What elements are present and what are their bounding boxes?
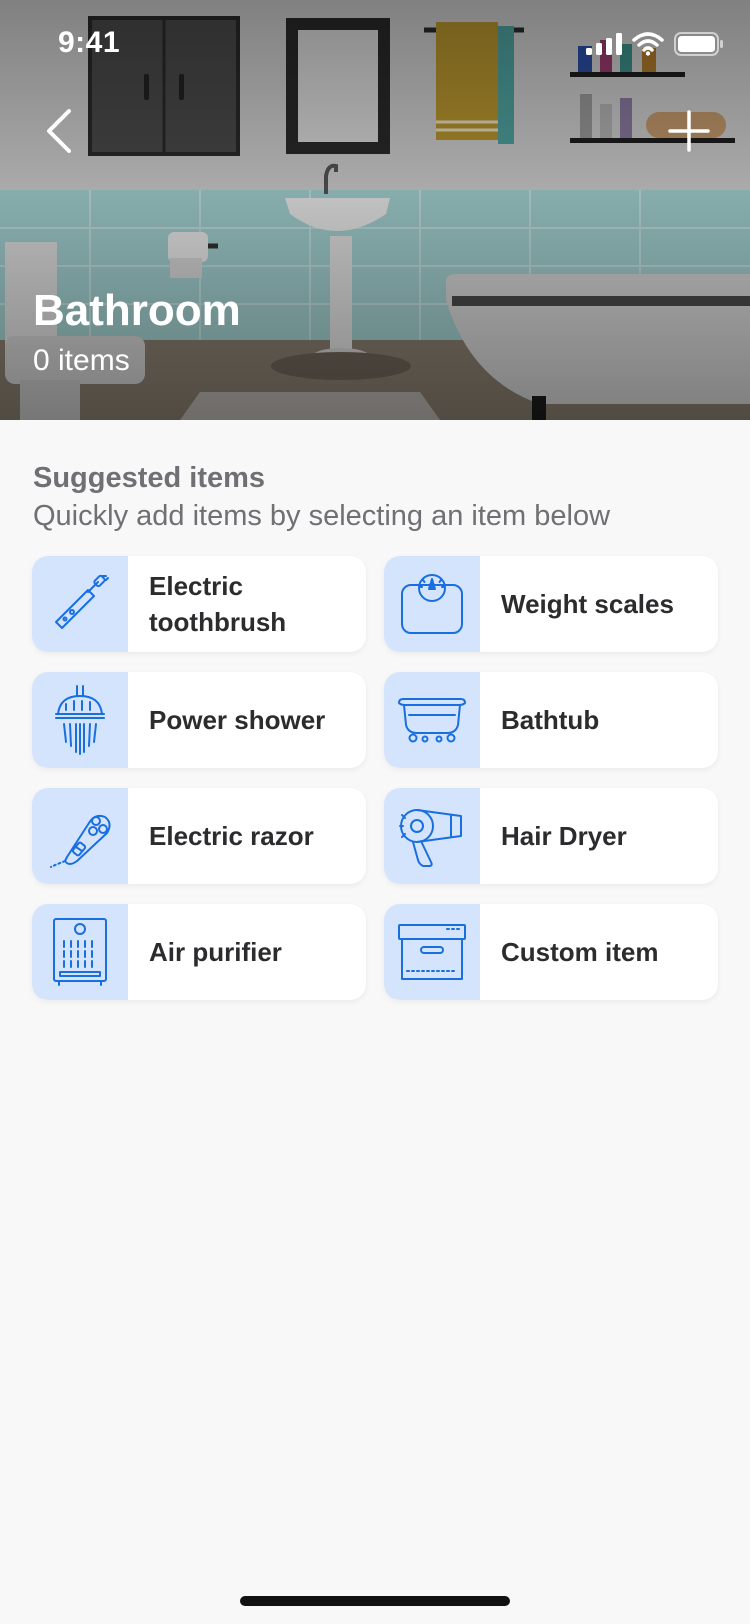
bathtub-icon — [384, 672, 480, 768]
air-purifier-icon — [32, 904, 128, 1000]
room-header-image: 9:41 Bathroom 0 items — [0, 0, 750, 420]
suggested-item-electric-razor[interactable]: Electric razor — [32, 788, 366, 884]
suggested-items-grid: Electric toothbrush Weight scales Power … — [32, 556, 718, 1000]
cellular-signal-icon — [586, 33, 622, 60]
room-item-count: 0 items — [33, 344, 130, 377]
box-icon — [384, 904, 480, 1000]
weight-scales-icon — [384, 556, 480, 652]
suggested-item-label: Hair Dryer — [501, 821, 627, 851]
suggested-item-label: Electric toothbrush — [149, 571, 287, 637]
suggested-item-air-purifier[interactable]: Air purifier — [32, 904, 366, 1000]
power-shower-icon — [32, 672, 128, 768]
hair-dryer-icon — [384, 788, 480, 884]
back-button[interactable] — [30, 100, 86, 166]
suggested-items-title: Suggested items — [33, 462, 266, 494]
electric-toothbrush-icon — [32, 556, 128, 652]
suggested-item-bathtub[interactable]: Bathtub — [384, 672, 718, 768]
suggested-item-label: Custom item — [501, 937, 659, 967]
home-indicator[interactable] — [240, 1596, 510, 1606]
add-item-button[interactable] — [656, 100, 722, 166]
status-time: 9:41 — [58, 26, 121, 59]
suggested-item-label: Power shower — [149, 705, 326, 735]
status-icons — [586, 32, 724, 61]
suggested-item-hair-dryer[interactable]: Hair Dryer — [384, 788, 718, 884]
suggested-item-custom[interactable]: Custom item — [384, 904, 718, 1000]
suggested-item-label: Weight scales — [501, 589, 674, 619]
suggested-item-power-shower[interactable]: Power shower — [32, 672, 366, 768]
status-bar: 9:41 — [0, 0, 750, 90]
suggested-item-label: Bathtub — [501, 705, 600, 735]
wifi-icon — [632, 32, 664, 61]
suggested-item-weight-scales[interactable]: Weight scales — [384, 556, 718, 652]
battery-icon — [674, 32, 724, 61]
suggested-item-electric-toothbrush[interactable]: Electric toothbrush — [32, 556, 366, 652]
plus-icon — [667, 109, 711, 158]
electric-razor-icon — [32, 788, 128, 884]
chevron-left-icon — [43, 107, 73, 160]
room-title: Bathroom — [33, 286, 241, 335]
suggested-items-subtitle: Quickly add items by selecting an item b… — [33, 500, 611, 532]
suggested-item-label: Air purifier — [149, 937, 282, 967]
suggested-item-label: Electric razor — [149, 821, 314, 851]
